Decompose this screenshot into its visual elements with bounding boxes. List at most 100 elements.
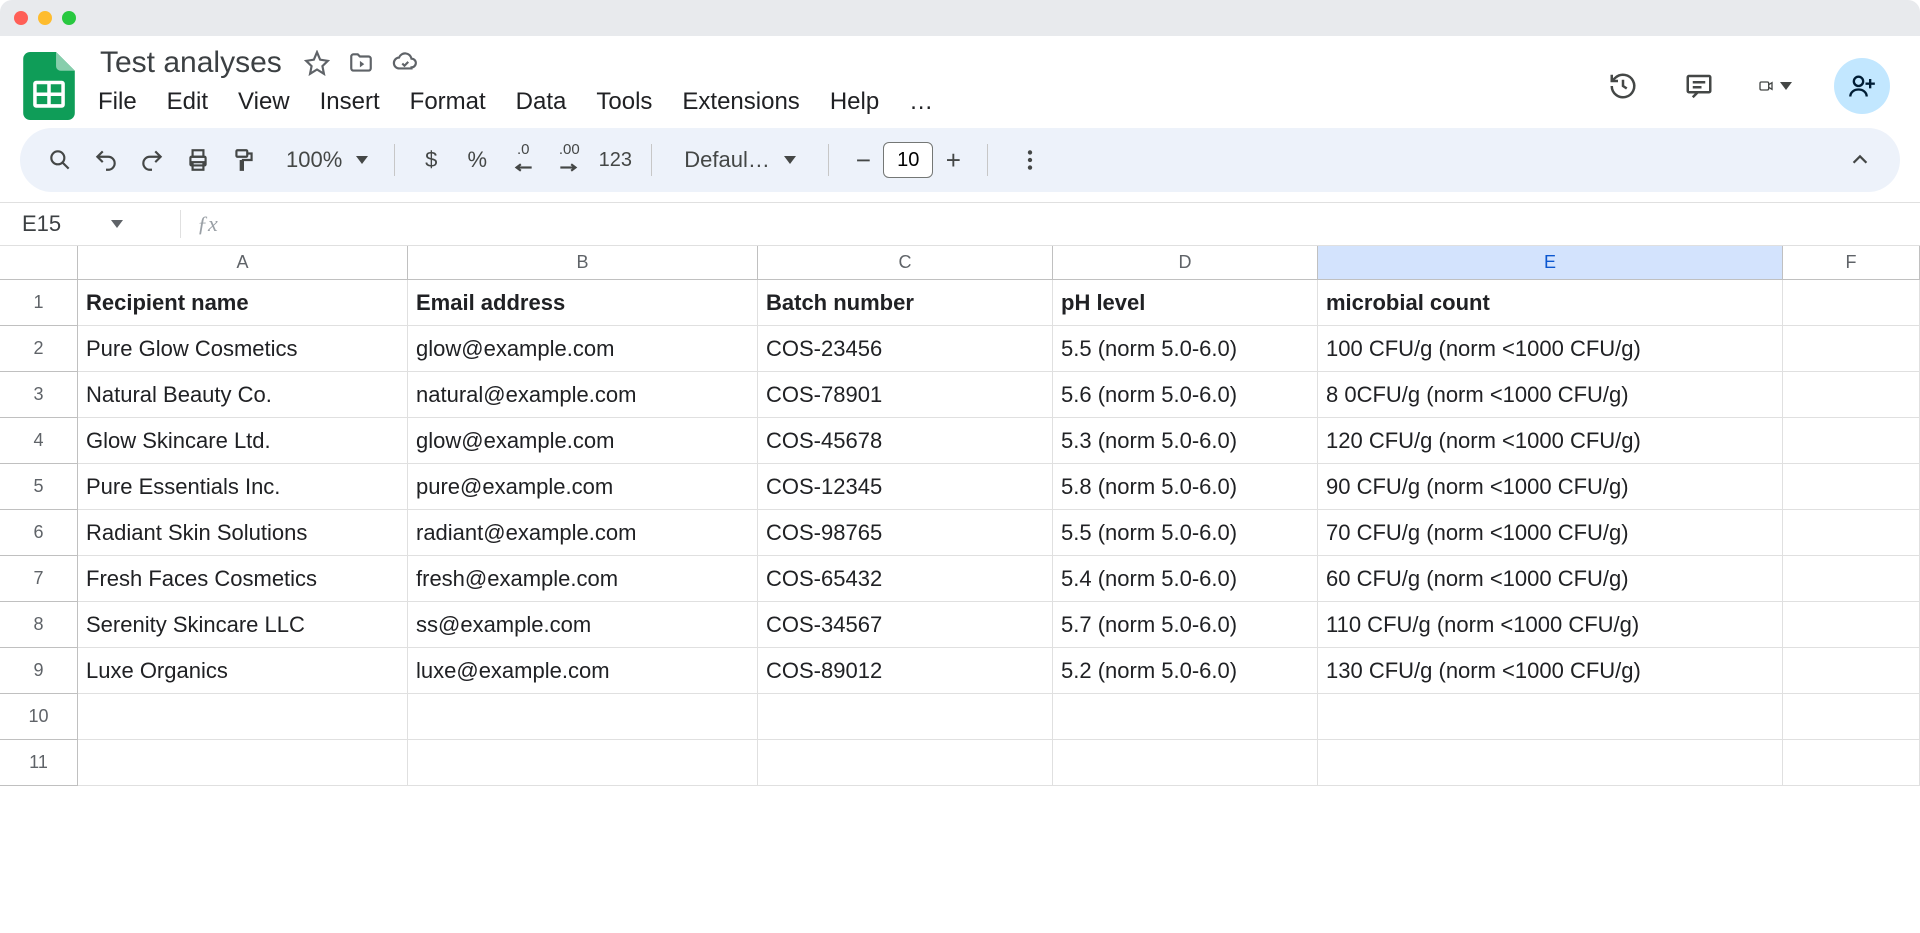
menu-view[interactable]: View — [238, 88, 290, 116]
menu-more[interactable]: … — [909, 88, 933, 116]
cell-D9[interactable]: 5.2 (norm 5.0-6.0) — [1053, 648, 1318, 694]
cell-A8[interactable]: Serenity Skincare LLC — [78, 602, 408, 648]
window-close-button[interactable] — [14, 11, 28, 25]
cell-E5[interactable]: 90 CFU/g (norm <1000 CFU/g) — [1318, 464, 1783, 510]
cell-F10[interactable] — [1783, 694, 1920, 740]
column-header-D[interactable]: D — [1053, 246, 1318, 280]
cell-C4[interactable]: COS-45678 — [758, 418, 1053, 464]
cell-D11[interactable] — [1053, 740, 1318, 786]
row-header[interactable]: 6 — [0, 510, 78, 556]
row-header[interactable]: 7 — [0, 556, 78, 602]
cell-D10[interactable] — [1053, 694, 1318, 740]
row-header[interactable]: 5 — [0, 464, 78, 510]
format-123-button[interactable]: 123 — [597, 142, 633, 178]
cell-F4[interactable] — [1783, 418, 1920, 464]
cell-F11[interactable] — [1783, 740, 1920, 786]
cell-D2[interactable]: 5.5 (norm 5.0-6.0) — [1053, 326, 1318, 372]
menu-insert[interactable]: Insert — [320, 88, 380, 116]
undo-icon[interactable] — [88, 142, 124, 178]
window-minimize-button[interactable] — [38, 11, 52, 25]
menu-format[interactable]: Format — [410, 88, 486, 116]
sheets-logo-icon[interactable] — [20, 47, 78, 125]
menu-edit[interactable]: Edit — [167, 88, 208, 116]
paint-format-icon[interactable] — [226, 142, 262, 178]
row-header[interactable]: 1 — [0, 280, 78, 326]
redo-icon[interactable] — [134, 142, 170, 178]
cell-C8[interactable]: COS-34567 — [758, 602, 1053, 648]
increase-font-size-button[interactable]: + — [937, 144, 969, 176]
row-header[interactable]: 11 — [0, 740, 78, 786]
cell-B10[interactable] — [408, 694, 758, 740]
cell-E3[interactable]: 8 0CFU/g (norm <1000 CFU/g) — [1318, 372, 1783, 418]
cell-C1[interactable]: Batch number — [758, 280, 1053, 326]
menu-tools[interactable]: Tools — [596, 88, 652, 116]
cell-E7[interactable]: 60 CFU/g (norm <1000 CFU/g) — [1318, 556, 1783, 602]
cell-F2[interactable] — [1783, 326, 1920, 372]
print-icon[interactable] — [180, 142, 216, 178]
cell-F5[interactable] — [1783, 464, 1920, 510]
cell-A4[interactable]: Glow Skincare Ltd. — [78, 418, 408, 464]
increase-decimal-button[interactable]: .00 — [551, 142, 587, 178]
cell-E8[interactable]: 110 CFU/g (norm <1000 CFU/g) — [1318, 602, 1783, 648]
formula-input[interactable] — [224, 203, 1920, 245]
cell-B5[interactable]: pure@example.com — [408, 464, 758, 510]
cell-C11[interactable] — [758, 740, 1053, 786]
cell-E6[interactable]: 70 CFU/g (norm <1000 CFU/g) — [1318, 510, 1783, 556]
cell-B1[interactable]: Email address — [408, 280, 758, 326]
document-title[interactable]: Test analyses — [96, 44, 286, 82]
row-header[interactable]: 10 — [0, 694, 78, 740]
name-box[interactable]: E15 — [0, 211, 170, 237]
cell-F6[interactable] — [1783, 510, 1920, 556]
column-header-B[interactable]: B — [408, 246, 758, 280]
cell-B2[interactable]: glow@example.com — [408, 326, 758, 372]
cell-C6[interactable]: COS-98765 — [758, 510, 1053, 556]
decrease-decimal-button[interactable]: .0 — [505, 142, 541, 178]
cell-F1[interactable] — [1783, 280, 1920, 326]
cell-A7[interactable]: Fresh Faces Cosmetics — [78, 556, 408, 602]
cell-D8[interactable]: 5.7 (norm 5.0-6.0) — [1053, 602, 1318, 648]
cell-A6[interactable]: Radiant Skin Solutions — [78, 510, 408, 556]
search-icon[interactable] — [42, 142, 78, 178]
percent-button[interactable]: % — [459, 142, 495, 178]
cell-E4[interactable]: 120 CFU/g (norm <1000 CFU/g) — [1318, 418, 1783, 464]
cell-D7[interactable]: 5.4 (norm 5.0-6.0) — [1053, 556, 1318, 602]
cell-E2[interactable]: 100 CFU/g (norm <1000 CFU/g) — [1318, 326, 1783, 372]
cell-C7[interactable]: COS-65432 — [758, 556, 1053, 602]
decrease-font-size-button[interactable]: − — [847, 144, 879, 176]
cell-A1[interactable]: Recipient name — [78, 280, 408, 326]
comments-icon[interactable] — [1682, 69, 1716, 103]
spreadsheet-grid[interactable]: ABCDEF 1Recipient nameEmail addressBatch… — [0, 246, 1920, 786]
cell-E1[interactable]: microbial count — [1318, 280, 1783, 326]
menu-help[interactable]: Help — [830, 88, 879, 116]
column-header-F[interactable]: F — [1783, 246, 1920, 280]
column-header-C[interactable]: C — [758, 246, 1053, 280]
column-header-A[interactable]: A — [78, 246, 408, 280]
meet-icon[interactable] — [1758, 69, 1792, 103]
cell-A2[interactable]: Pure Glow Cosmetics — [78, 326, 408, 372]
cell-B8[interactable]: ss@example.com — [408, 602, 758, 648]
menu-extensions[interactable]: Extensions — [682, 88, 799, 116]
row-header[interactable]: 8 — [0, 602, 78, 648]
cell-C9[interactable]: COS-89012 — [758, 648, 1053, 694]
row-header[interactable]: 2 — [0, 326, 78, 372]
cell-C5[interactable]: COS-12345 — [758, 464, 1053, 510]
column-header-E[interactable]: E — [1318, 246, 1783, 280]
cell-B7[interactable]: fresh@example.com — [408, 556, 758, 602]
cell-B6[interactable]: radiant@example.com — [408, 510, 758, 556]
zoom-dropdown[interactable]: 100% — [272, 147, 376, 173]
cell-D1[interactable]: pH level — [1053, 280, 1318, 326]
cell-A11[interactable] — [78, 740, 408, 786]
cell-D6[interactable]: 5.5 (norm 5.0-6.0) — [1053, 510, 1318, 556]
cell-A5[interactable]: Pure Essentials Inc. — [78, 464, 408, 510]
more-options-icon[interactable] — [1012, 142, 1048, 178]
cell-A3[interactable]: Natural Beauty Co. — [78, 372, 408, 418]
cell-F7[interactable] — [1783, 556, 1920, 602]
collapse-toolbar-icon[interactable] — [1842, 142, 1878, 178]
star-icon[interactable] — [304, 50, 330, 76]
menu-data[interactable]: Data — [516, 88, 567, 116]
cloud-status-icon[interactable] — [392, 50, 418, 76]
currency-button[interactable]: $ — [413, 142, 449, 178]
row-header[interactable]: 4 — [0, 418, 78, 464]
cell-C10[interactable] — [758, 694, 1053, 740]
cell-C2[interactable]: COS-23456 — [758, 326, 1053, 372]
